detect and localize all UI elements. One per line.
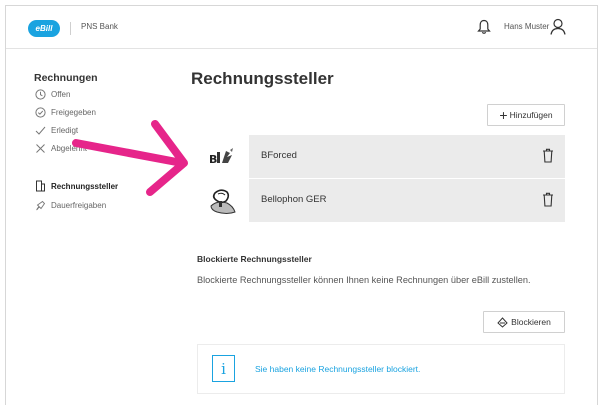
x-icon (34, 142, 46, 154)
biller-name: BForced (261, 150, 297, 161)
info-message-box: i Sie haben keine Rechnungssteller block… (197, 344, 565, 394)
block-icon (497, 316, 508, 328)
block-button-label: Blockieren (511, 317, 551, 327)
app-window: eBill PNS Bank Hans Muster Rechnungen Of… (5, 5, 598, 405)
trash-icon[interactable] (542, 148, 554, 163)
biller-logo (197, 179, 249, 222)
blocked-section-title: Blockierte Rechnungssteller (197, 254, 312, 264)
biller-logo: B (197, 135, 249, 178)
sidebar-item-label: Offen (51, 89, 71, 99)
header-divider (70, 22, 71, 35)
user-icon[interactable] (550, 18, 566, 35)
biller-row[interactable]: B BForced (197, 135, 565, 178)
check-circle-icon (34, 106, 46, 118)
sidebar-item-dauerfreigaben[interactable]: Dauerfreigaben (34, 199, 106, 211)
recurring-icon (34, 199, 46, 211)
sidebar-title: Rechnungen (34, 72, 98, 84)
plus-icon: + (499, 107, 508, 123)
info-icon: i (212, 355, 235, 382)
svg-text:B: B (209, 153, 217, 166)
blocked-section-text: Blockierte Rechnungssteller können Ihnen… (197, 275, 531, 285)
clock-icon (34, 88, 46, 100)
user-name[interactable]: Hans Muster (504, 22, 549, 31)
sidebar-item-offen[interactable]: Offen (34, 88, 70, 100)
biller-name: Bellophon GER (261, 194, 327, 205)
add-button-label: Hinzufügen (509, 110, 553, 120)
biller-row[interactable]: Bellophon GER (197, 179, 565, 222)
bell-icon[interactable] (477, 19, 491, 35)
top-bar: eBill PNS Bank Hans Muster (6, 6, 597, 49)
document-icon (34, 180, 46, 192)
page-title: Rechnungssteller (191, 69, 334, 88)
block-button[interactable]: Blockieren (483, 311, 565, 333)
ebill-logo[interactable]: eBill (28, 20, 60, 37)
sidebar-item-label: Dauerfreigaben (51, 200, 107, 210)
biller-list: B BForced Bellophon GER (197, 135, 565, 222)
info-message: Sie haben keine Rechnungssteller blockie… (255, 364, 421, 374)
bank-name: PNS Bank (81, 22, 118, 31)
trash-icon[interactable] (542, 192, 554, 207)
annotation-arrow-icon (72, 120, 188, 196)
check-icon (34, 124, 46, 136)
add-biller-button[interactable]: + Hinzufügen (487, 104, 565, 126)
